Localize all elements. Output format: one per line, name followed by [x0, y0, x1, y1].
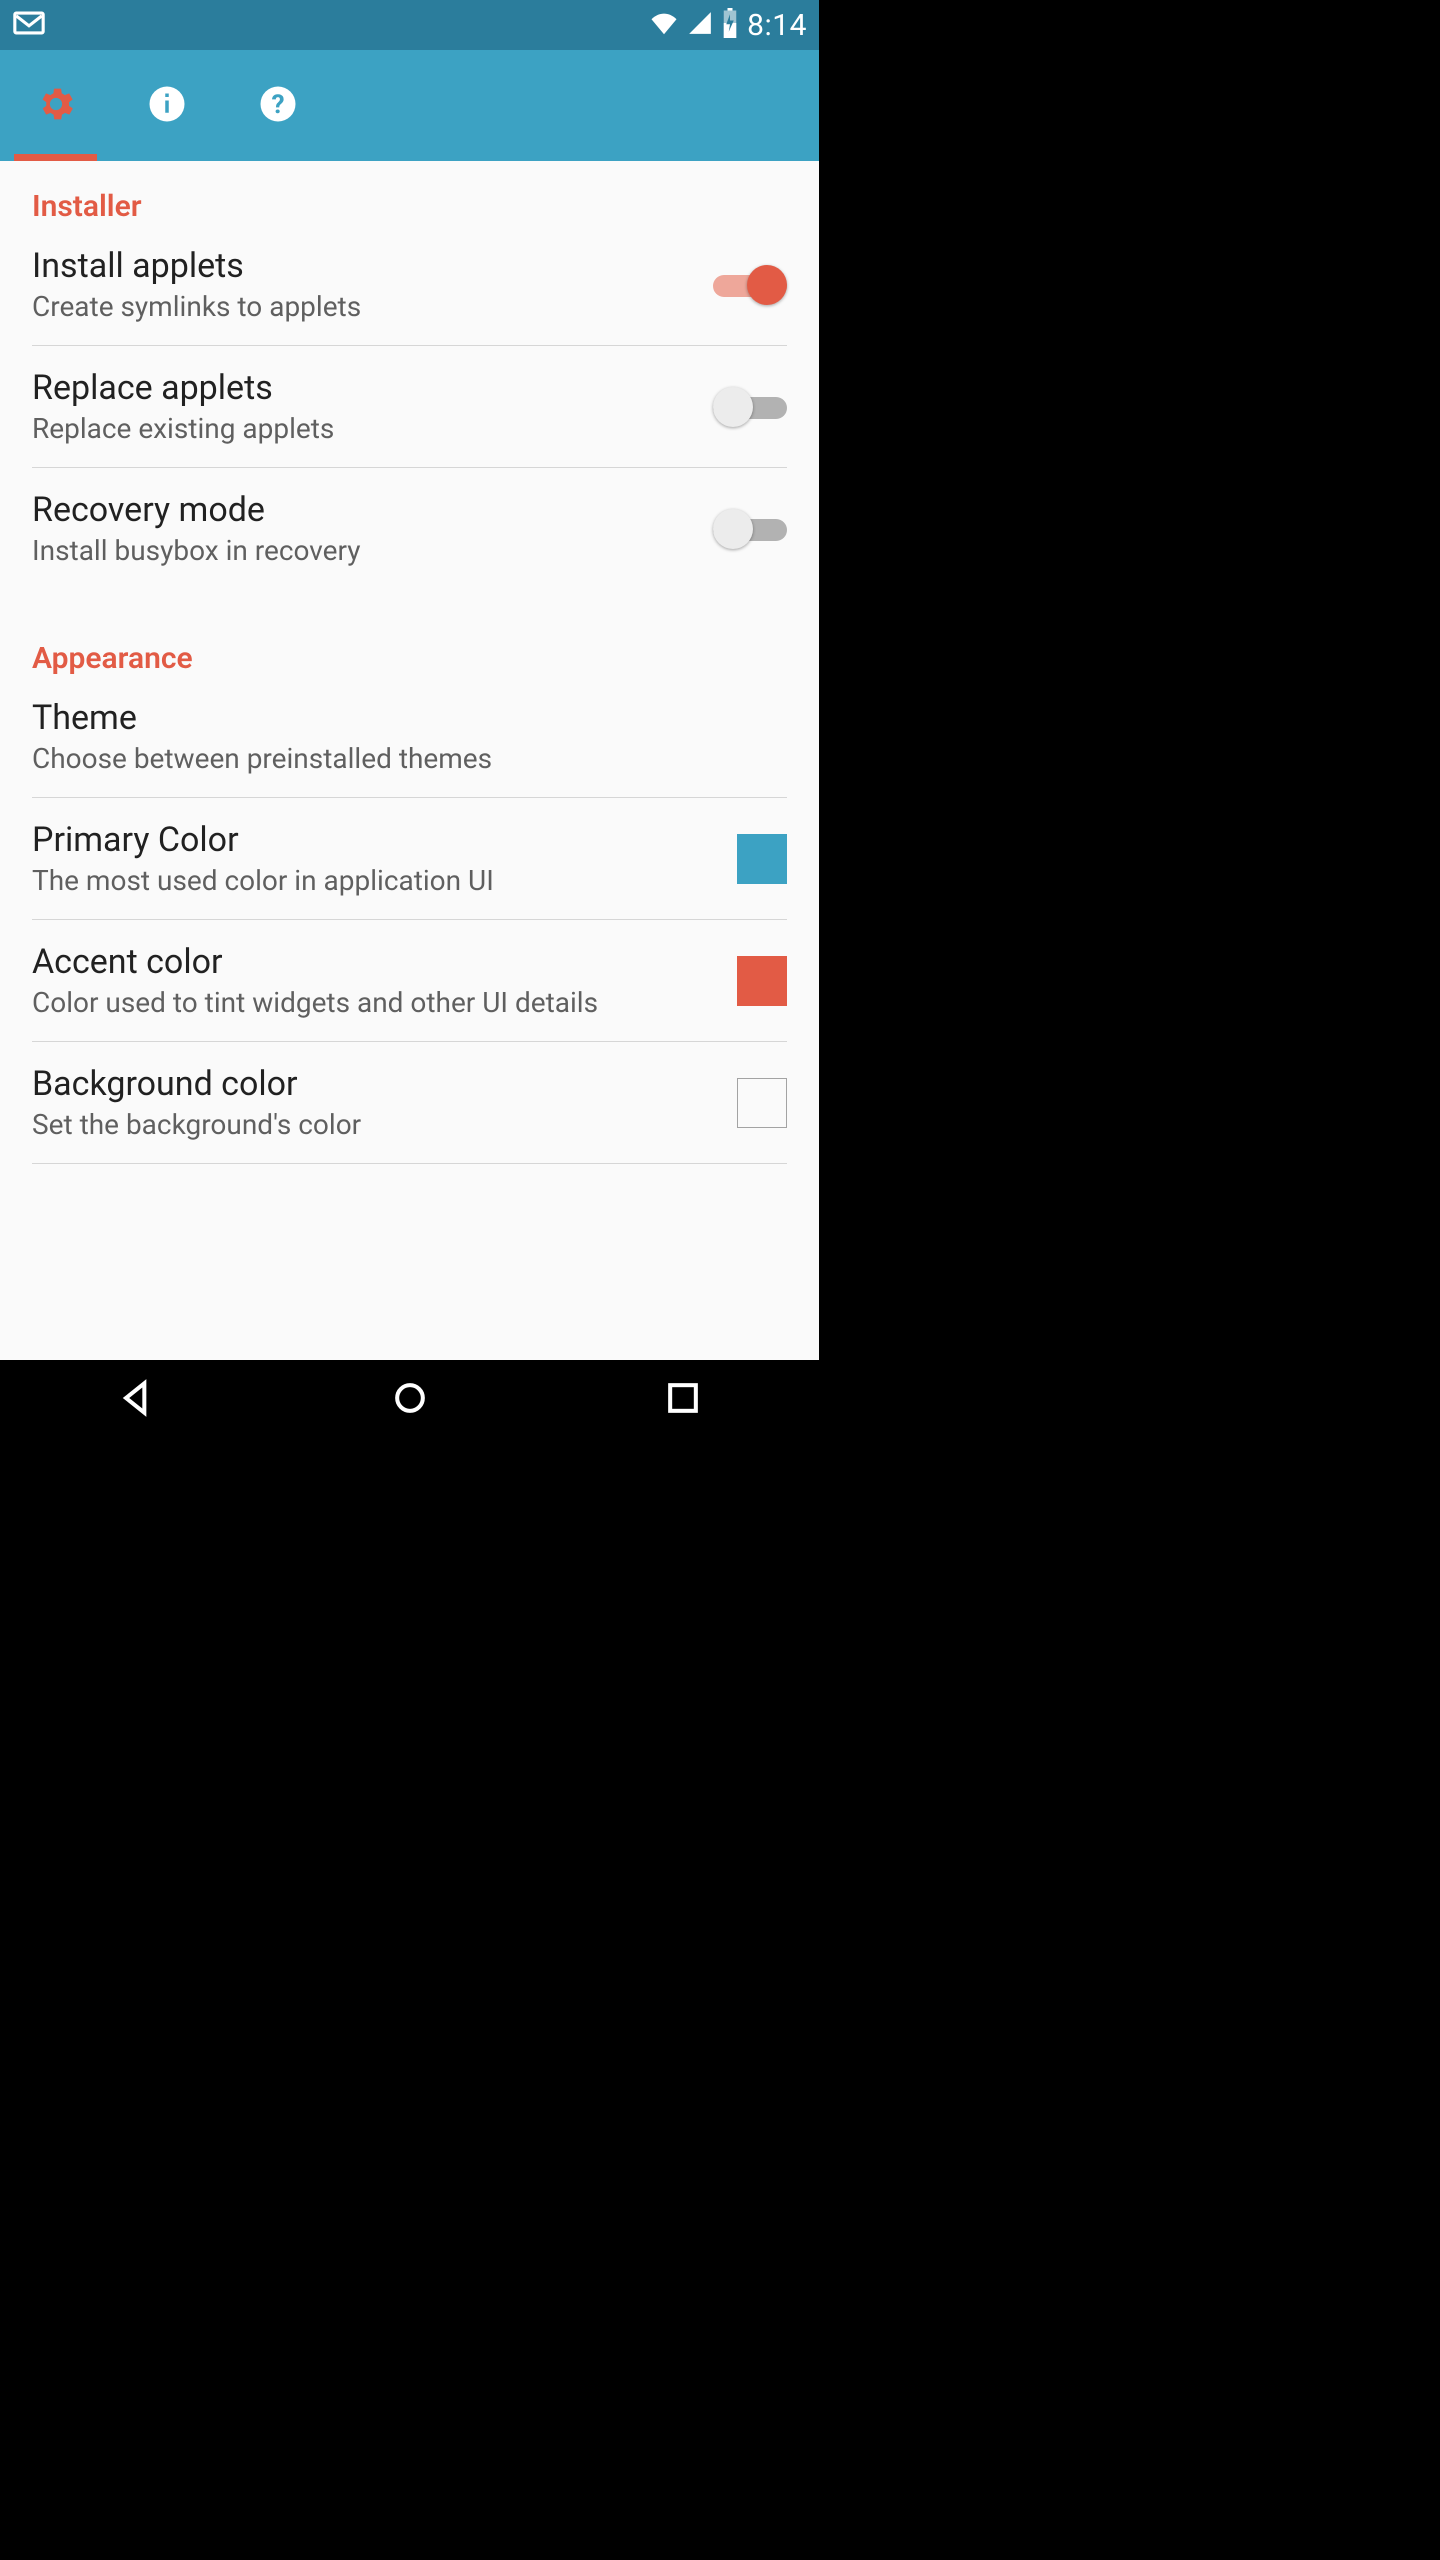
tab-info[interactable] [111, 50, 222, 161]
pref-subtitle: Install busybox in recovery [32, 534, 361, 567]
pref-subtitle: Set the background's color [32, 1108, 361, 1141]
color-swatch-primary[interactable] [737, 834, 787, 884]
divider [32, 1163, 787, 1164]
pref-background-color[interactable]: Background color Set the background's co… [0, 1042, 819, 1163]
android-nav-bar [0, 1360, 819, 1440]
status-bar: 8:14 [0, 0, 819, 50]
pref-title: Replace applets [32, 368, 334, 408]
pref-texts: Install applets Create symlinks to apple… [32, 246, 361, 323]
pref-subtitle: Choose between preinstalled themes [32, 742, 492, 775]
switch-install-applets[interactable] [713, 265, 787, 305]
pref-subtitle: The most used color in application UI [32, 864, 494, 897]
nav-back-button[interactable] [115, 1376, 159, 1424]
switch-replace-applets[interactable] [713, 387, 787, 427]
pref-title: Accent color [32, 942, 598, 982]
svg-text:?: ? [271, 89, 284, 119]
pref-texts: Accent color Color used to tint widgets … [32, 942, 598, 1019]
action-bar: ? [0, 50, 819, 161]
wifi-icon [649, 8, 679, 42]
cell-signal-icon [687, 10, 713, 40]
tab-help[interactable]: ? [222, 50, 333, 161]
pref-subtitle: Replace existing applets [32, 412, 334, 445]
pref-texts: Replace applets Replace existing applets [32, 368, 334, 445]
color-swatch-accent[interactable] [737, 956, 787, 1006]
pref-title: Primary Color [32, 820, 494, 860]
tab-settings[interactable] [0, 50, 111, 161]
pref-texts: Recovery mode Install busybox in recover… [32, 490, 361, 567]
gear-icon [35, 83, 77, 129]
pref-texts: Background color Set the background's co… [32, 1064, 361, 1141]
pref-texts: Theme Choose between preinstalled themes [32, 698, 492, 775]
pref-theme[interactable]: Theme Choose between preinstalled themes [0, 676, 819, 797]
pref-title: Install applets [32, 246, 361, 286]
pref-accent-color[interactable]: Accent color Color used to tint widgets … [0, 920, 819, 1041]
status-time: 8:14 [747, 8, 807, 43]
pref-subtitle: Create symlinks to applets [32, 290, 361, 323]
info-icon [146, 83, 188, 129]
pref-primary-color[interactable]: Primary Color The most used color in app… [0, 798, 819, 919]
section-header-installer: Installer [0, 161, 819, 224]
battery-charging-icon [721, 8, 739, 42]
section-header-appearance: Appearance [0, 613, 819, 676]
status-left [12, 6, 46, 44]
pref-subtitle: Color used to tint widgets and other UI … [32, 986, 598, 1019]
pref-recovery-mode[interactable]: Recovery mode Install busybox in recover… [0, 468, 819, 589]
color-swatch-background[interactable] [737, 1078, 787, 1128]
pref-title: Background color [32, 1064, 361, 1104]
help-icon: ? [257, 83, 299, 129]
nav-recents-button[interactable] [661, 1376, 705, 1424]
gmail-icon [12, 6, 46, 44]
pref-title: Recovery mode [32, 490, 361, 530]
status-right: 8:14 [649, 8, 807, 43]
screen: 8:14 ? Installer Install applets Creat [0, 0, 819, 1440]
pref-install-applets[interactable]: Install applets Create symlinks to apple… [0, 224, 819, 345]
pref-title: Theme [32, 698, 492, 738]
nav-home-button[interactable] [388, 1376, 432, 1424]
pref-replace-applets[interactable]: Replace applets Replace existing applets [0, 346, 819, 467]
pref-texts: Primary Color The most used color in app… [32, 820, 494, 897]
settings-content[interactable]: Installer Install applets Create symlink… [0, 161, 819, 1360]
switch-recovery-mode[interactable] [713, 509, 787, 549]
